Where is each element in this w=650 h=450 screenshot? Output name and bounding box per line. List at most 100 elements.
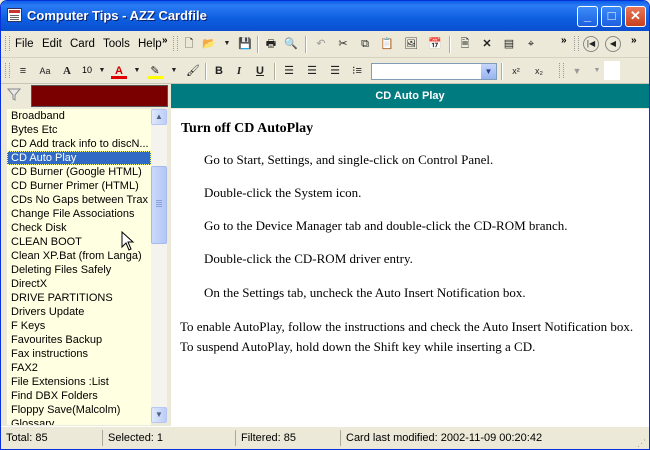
- style-select-arrow-icon[interactable]: ▼: [481, 64, 496, 79]
- card-list-item[interactable]: Favourites Backup: [7, 333, 151, 347]
- card-list[interactable]: Broadband Bytes Etc CD Add track info to d…: [7, 109, 151, 425]
- menu-help[interactable]: Help: [138, 38, 162, 50]
- cardfile-app-icon[interactable]: [7, 8, 22, 22]
- card-list-item[interactable]: Bytes Etc: [7, 123, 151, 137]
- format-paragraph-icon[interactable]: ≡: [15, 63, 31, 79]
- italic-icon[interactable]: I: [231, 63, 247, 79]
- card-list-item[interactable]: DirectX: [7, 277, 151, 291]
- card-list-scrollbar[interactable]: ▲ ▼: [151, 109, 167, 423]
- font-color-icon[interactable]: A: [111, 63, 127, 79]
- bullet-list-icon[interactable]: ⁝≡: [349, 63, 365, 79]
- menu-overflow-chevron-icon[interactable]: »: [162, 35, 168, 46]
- toolbar-grip[interactable]: [173, 36, 178, 51]
- toolbar-grip[interactable]: [559, 63, 564, 78]
- print-preview-icon[interactable]: 🔍: [283, 36, 299, 52]
- font-size-dropdown-arrow-icon[interactable]: ▼: [94, 63, 110, 79]
- card-properties-icon[interactable]: ▤: [501, 36, 517, 52]
- toolbar-grip[interactable]: [574, 36, 579, 51]
- previous-card-icon[interactable]: ◀: [605, 36, 621, 52]
- new-file-icon[interactable]: 🗋: [181, 36, 197, 52]
- collapse-dropdown-arrow-icon[interactable]: ▼: [589, 63, 605, 79]
- card-list-item[interactable]: Clean XP.Bat (from Langa): [7, 249, 151, 263]
- align-left-icon[interactable]: ☰: [281, 63, 297, 79]
- card-list-item[interactable]: Fax instructions: [7, 347, 151, 361]
- resize-grip-icon[interactable]: ⋰: [637, 438, 647, 448]
- card-list-item[interactable]: Floppy Save(Malcolm): [7, 403, 151, 417]
- status-bar: Total: 85 Selected: 1 Filtered: 85 Card …: [1, 426, 649, 449]
- card-step: On the Settings tab, uncheck the Auto In…: [204, 285, 526, 300]
- card-list-item[interactable]: F Keys: [7, 319, 151, 333]
- card-step: Double-click the System icon.: [204, 185, 362, 200]
- card-list-item[interactable]: DRIVE PARTITIONS: [7, 291, 151, 305]
- menu-tools[interactable]: Tools: [103, 38, 130, 50]
- spell-check-icon[interactable]: Aa: [37, 63, 53, 79]
- card-heading: Turn off CD AutoPlay: [181, 121, 314, 136]
- app-window: Computer Tips - AZZ Cardfile _ □ ✕ File …: [0, 0, 650, 450]
- card-list-item[interactable]: Change File Associations: [7, 207, 151, 221]
- card-list-item[interactable]: Glossary: [7, 417, 151, 425]
- style-select[interactable]: ▼: [371, 63, 497, 80]
- scroll-down-arrow-icon[interactable]: ▼: [151, 407, 167, 423]
- collapse-arrow-icon[interactable]: ▼: [569, 63, 585, 79]
- card-step: Go to the Device Manager tab and double-…: [204, 218, 568, 233]
- card-list-item[interactable]: CDs No Gaps between Trax: [7, 193, 151, 207]
- card-note: To enable AutoPlay, follow the instructi…: [180, 319, 634, 354]
- filter-funnel-icon[interactable]: [6, 88, 25, 104]
- menu-card[interactable]: Card: [70, 38, 95, 50]
- scroll-up-arrow-icon[interactable]: ▲: [151, 109, 167, 125]
- open-dropdown-arrow-icon[interactable]: ▼: [219, 36, 235, 52]
- first-card-icon[interactable]: |◀: [583, 36, 599, 52]
- scroll-thumb[interactable]: [151, 166, 167, 244]
- highlight-icon[interactable]: ✎: [147, 63, 163, 79]
- subscript-icon[interactable]: x₂: [531, 63, 547, 79]
- card-list-item[interactable]: Broadband: [7, 109, 151, 123]
- font-size-value[interactable]: 10: [82, 65, 92, 75]
- menu-edit[interactable]: Edit: [42, 38, 62, 50]
- status-selected: Selected: 1: [103, 430, 236, 446]
- toolbar-separator: [274, 63, 276, 80]
- font-color-dropdown-arrow-icon[interactable]: ▼: [129, 63, 145, 79]
- card-list-item[interactable]: CD Burner (Google HTML): [7, 165, 151, 179]
- menu-file[interactable]: File: [15, 38, 34, 50]
- align-center-icon[interactable]: ☰: [304, 63, 320, 79]
- toolbar-grip[interactable]: [5, 63, 10, 78]
- maximize-button[interactable]: □: [601, 6, 622, 27]
- copy-icon[interactable]: ⧉: [357, 36, 373, 52]
- insert-date-icon[interactable]: 📅: [427, 36, 443, 52]
- filter-input[interactable]: [31, 85, 168, 107]
- paste-icon[interactable]: 📋: [379, 36, 395, 52]
- cut-icon[interactable]: ✂: [335, 36, 351, 52]
- card-list-item[interactable]: CD Auto Play: [7, 151, 151, 165]
- card-list-item[interactable]: Drivers Update: [7, 305, 151, 319]
- bold-icon[interactable]: B: [211, 63, 227, 79]
- minimize-button[interactable]: _: [577, 6, 598, 27]
- close-button[interactable]: ✕: [625, 6, 646, 27]
- delete-card-icon[interactable]: ✕: [479, 36, 495, 52]
- print-icon[interactable]: 🖶: [263, 36, 279, 52]
- nav-overflow-chevron-icon[interactable]: »: [631, 35, 637, 46]
- new-card-icon[interactable]: 🗎: [457, 36, 473, 52]
- clear-format-brush-icon[interactable]: 🖌: [185, 63, 201, 79]
- toolbar-overflow-chevron-icon[interactable]: »: [561, 35, 567, 46]
- font-icon[interactable]: A: [59, 63, 75, 79]
- card-list-item[interactable]: Find DBX Folders: [7, 389, 151, 403]
- insert-picture-icon[interactable]: 🖼: [403, 36, 419, 52]
- underline-icon[interactable]: U: [252, 63, 268, 79]
- find-binoculars-icon[interactable]: ⌖: [523, 36, 539, 52]
- highlight-dropdown-arrow-icon[interactable]: ▼: [166, 63, 182, 79]
- toolbar-grip[interactable]: [5, 36, 10, 51]
- card-list-item[interactable]: CD Add track info to discN...: [7, 137, 151, 151]
- open-folder-icon[interactable]: 📂: [201, 36, 217, 52]
- save-icon[interactable]: 💾: [237, 36, 253, 52]
- card-list-item[interactable]: CD Burner Primer (HTML): [7, 179, 151, 193]
- card-content[interactable]: Turn off CD AutoPlay Go to Start, Settin…: [171, 109, 649, 426]
- card-list-item[interactable]: File Extensions :List: [7, 375, 151, 389]
- card-list-item[interactable]: Deleting Files Safely: [7, 263, 151, 277]
- undo-icon[interactable]: ↶: [313, 36, 329, 52]
- superscript-icon[interactable]: x²: [508, 63, 524, 79]
- status-modified: Card last modified: 2002-11-09 00:20:42: [346, 432, 543, 444]
- title-bar[interactable]: Computer Tips - AZZ Cardfile _ □ ✕: [1, 1, 649, 31]
- card-list-item[interactable]: FAX2: [7, 361, 151, 375]
- align-right-icon[interactable]: ☰: [327, 63, 343, 79]
- card-title-header: CD Auto Play: [171, 84, 649, 108]
